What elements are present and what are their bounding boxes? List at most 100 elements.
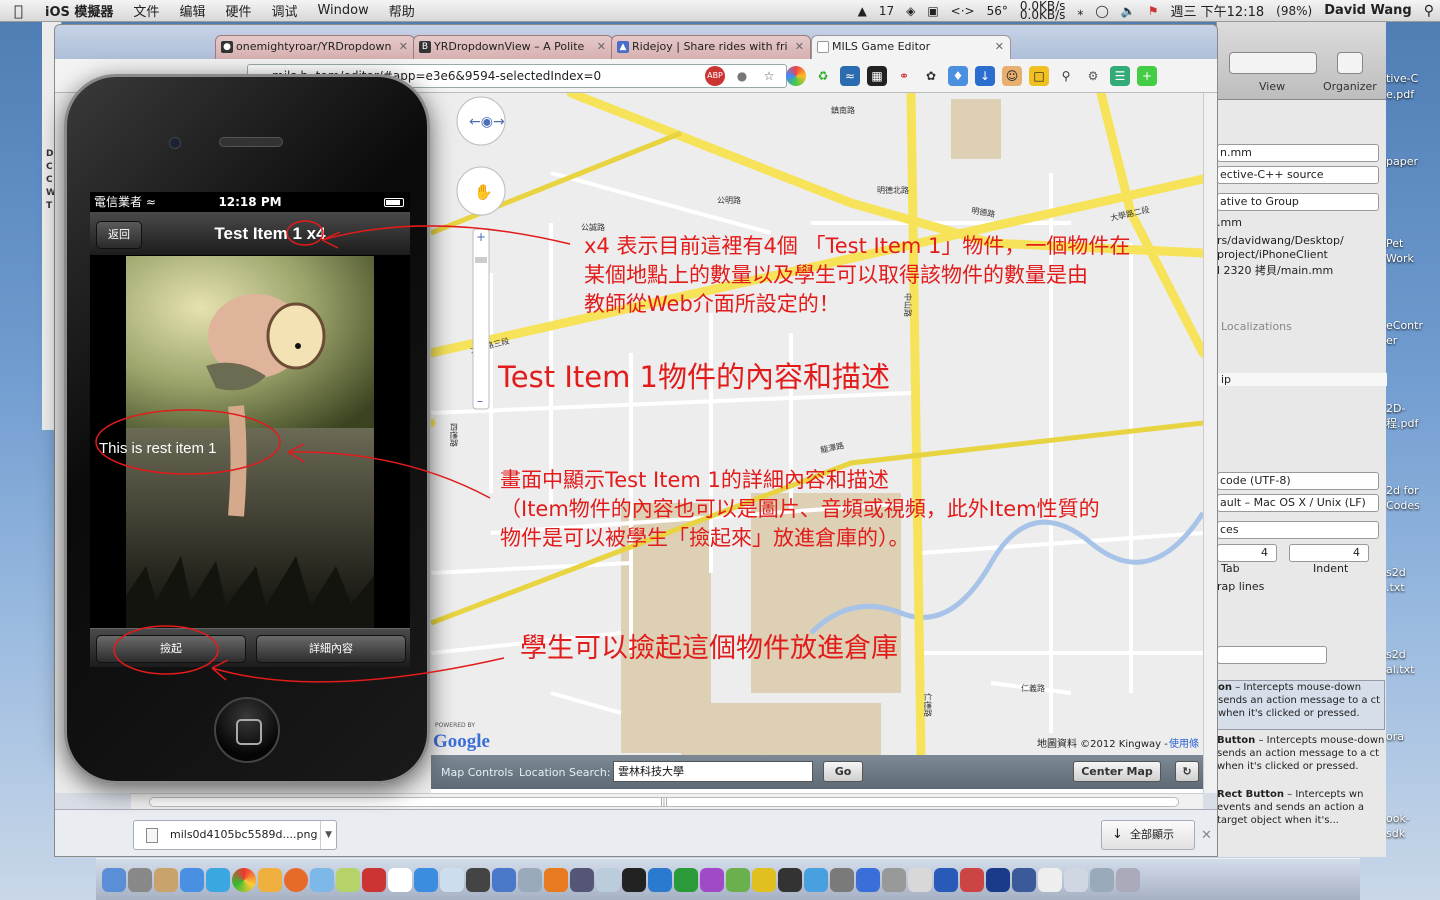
pdf-icon[interactable] bbox=[960, 867, 984, 892]
center-map-button[interactable]: Center Map bbox=[1073, 761, 1161, 782]
user-name[interactable]: David Wang bbox=[1318, 3, 1418, 18]
go-button[interactable]: Go bbox=[823, 761, 863, 782]
chevron-down-icon[interactable]: ▼ bbox=[320, 821, 332, 849]
xcode-icon[interactable] bbox=[492, 867, 516, 892]
trash-icon[interactable] bbox=[1116, 867, 1140, 892]
menu-debug[interactable]: 调试 bbox=[261, 1, 307, 20]
library-filter-select[interactable] bbox=[1217, 646, 1327, 664]
menu-edit[interactable]: 编辑 bbox=[169, 1, 215, 20]
menu-help[interactable]: 帮助 bbox=[379, 1, 425, 20]
app-icon[interactable] bbox=[700, 867, 724, 892]
bulb-icon[interactable]: ● bbox=[732, 66, 752, 86]
network-speed[interactable]: 0.0KB/s 0.0KB/s bbox=[1014, 0, 1071, 21]
finder-icon[interactable] bbox=[102, 867, 126, 892]
library-item-1[interactable]: on – Intercepts mouse-down sends an acti… bbox=[1217, 680, 1385, 730]
notes-icon[interactable] bbox=[258, 867, 282, 892]
desktop-item[interactable]: Pet bbox=[1386, 237, 1440, 250]
flag-icon[interactable]: ⚑ bbox=[1142, 4, 1165, 18]
terminal-icon[interactable] bbox=[622, 867, 646, 892]
star-icon[interactable]: ☆ bbox=[759, 66, 779, 86]
folder-icon[interactable]: □ bbox=[1029, 66, 1049, 86]
close-icon[interactable]: ✕ bbox=[597, 36, 606, 58]
refresh-icon[interactable]: ↻ bbox=[1175, 761, 1199, 782]
indent-using-select[interactable]: ces bbox=[1217, 521, 1379, 539]
close-icon[interactable]: ✕ bbox=[399, 36, 408, 58]
itunes-icon[interactable] bbox=[440, 867, 464, 892]
plus-icon[interactable]: + bbox=[1137, 66, 1157, 86]
menu-file[interactable]: 文件 bbox=[123, 1, 169, 20]
back-button[interactable]: 返回 bbox=[96, 221, 142, 249]
desktop-item[interactable]: sdk bbox=[1386, 827, 1440, 840]
unity-icon[interactable] bbox=[466, 867, 490, 892]
desktop-item[interactable]: .txt bbox=[1386, 581, 1440, 594]
desktop-item[interactable]: s2d bbox=[1386, 566, 1440, 579]
contacts-icon[interactable] bbox=[336, 867, 360, 892]
dropbox-icon[interactable] bbox=[856, 867, 880, 892]
bird-icon[interactable] bbox=[804, 867, 828, 892]
link-icon[interactable]: ⚭ bbox=[894, 66, 914, 86]
desktop-item[interactable]: 2D- bbox=[1386, 402, 1440, 415]
close-icon[interactable]: ✕ bbox=[795, 36, 804, 58]
desktop-item[interactable]: ora bbox=[1386, 730, 1440, 743]
gear-icon[interactable] bbox=[544, 867, 568, 892]
adblock-icon[interactable]: ABP bbox=[705, 66, 725, 86]
facebook-icon[interactable] bbox=[1012, 867, 1036, 892]
desktop-item[interactable]: Work bbox=[1386, 252, 1440, 265]
apple-menu-icon[interactable]:  bbox=[0, 2, 35, 20]
menu-app-name[interactable]: iOS 模擬器 bbox=[35, 1, 123, 20]
temperature-status[interactable]: 56° bbox=[981, 4, 1014, 18]
view-segmented-control[interactable] bbox=[1229, 52, 1317, 74]
tools-icon[interactable] bbox=[830, 867, 854, 892]
desktop-item[interactable]: al.txt bbox=[1386, 663, 1440, 676]
indent-width-field[interactable]: 4 bbox=[1289, 544, 1369, 562]
battery-status[interactable]: (98%) bbox=[1270, 4, 1318, 18]
bluetooth-icon[interactable]: ⁎ bbox=[1071, 4, 1089, 18]
volume-icon[interactable]: 🔈 bbox=[1115, 4, 1142, 18]
folder-icon[interactable] bbox=[1064, 867, 1088, 892]
calendar-status[interactable]: 17 bbox=[873, 4, 900, 18]
tab-github[interactable]: ● onemightyroar/YRDropdown ✕ bbox=[215, 35, 415, 59]
organizer-button[interactable] bbox=[1337, 52, 1363, 74]
appstore-icon[interactable] bbox=[414, 867, 438, 892]
scrollbar-thumb[interactable]: ||| bbox=[149, 797, 1179, 807]
tab-yrdropdown[interactable]: B YRDropdownView – A Polite ✕ bbox=[413, 35, 613, 59]
grid-icon[interactable] bbox=[908, 867, 932, 892]
wifi-icon[interactable]: ◯ bbox=[1089, 4, 1114, 18]
gear-icon[interactable]: ⚙ bbox=[1083, 66, 1103, 86]
tab-ridejoy[interactable]: ▲ Ridejoy | Share rides with fri ✕ bbox=[611, 35, 811, 59]
excel-icon[interactable] bbox=[674, 867, 698, 892]
map-terms-link[interactable]: 使用條 bbox=[1169, 737, 1199, 750]
datetime-status[interactable]: 週三 下午12:18 bbox=[1165, 1, 1271, 20]
pickup-button[interactable]: 撿起 bbox=[96, 635, 246, 663]
camera-icon[interactable] bbox=[778, 867, 802, 892]
downloads-icon[interactable] bbox=[1090, 867, 1114, 892]
calendar-icon[interactable] bbox=[388, 867, 412, 892]
location-search-input[interactable]: 雲林科技大學 bbox=[613, 761, 813, 782]
tab-mils-editor[interactable]: MILS Game Editor ✕ bbox=[811, 35, 1011, 59]
desktop-item[interactable]: s2d bbox=[1386, 648, 1440, 661]
launchpad-icon[interactable] bbox=[128, 867, 152, 892]
bug-icon[interactable]: ✿ bbox=[921, 66, 941, 86]
wrap-lines-checkbox[interactable]: rap lines bbox=[1217, 580, 1387, 593]
cube-icon[interactable] bbox=[596, 867, 620, 892]
spotlight-icon[interactable]: ⚲ bbox=[1418, 3, 1440, 19]
desktop-item[interactable]: er bbox=[1386, 334, 1440, 347]
close-icon[interactable]: ✕ bbox=[1201, 828, 1212, 843]
network-icon[interactable] bbox=[570, 867, 594, 892]
desktop-item[interactable]: e.pdf bbox=[1386, 88, 1440, 101]
library-item-2[interactable]: Button – Intercepts mouse-down sends an … bbox=[1217, 734, 1385, 784]
film-icon[interactable]: ▦ bbox=[867, 66, 887, 86]
app-store-icon[interactable] bbox=[180, 867, 204, 892]
document-icon[interactable] bbox=[1038, 867, 1062, 892]
vertical-scrollbar[interactable] bbox=[1203, 93, 1217, 793]
preview-icon[interactable] bbox=[154, 867, 178, 892]
show-all-downloads-button[interactable]: ↓ 全部顯示 bbox=[1101, 820, 1195, 850]
desktop-item[interactable]: tive-C bbox=[1386, 72, 1440, 85]
desktop-item[interactable]: eContr bbox=[1386, 319, 1440, 332]
chrome-icon[interactable] bbox=[232, 867, 256, 892]
color-wheel-icon[interactable] bbox=[786, 66, 806, 86]
close-icon[interactable]: ✕ bbox=[995, 36, 1004, 58]
puzzle-icon[interactable]: ♦ bbox=[948, 66, 968, 86]
library-item-3[interactable]: Rect Button – Intercepts wn events and s… bbox=[1217, 788, 1385, 838]
dropbox-icon[interactable]: ◈ bbox=[900, 4, 921, 18]
